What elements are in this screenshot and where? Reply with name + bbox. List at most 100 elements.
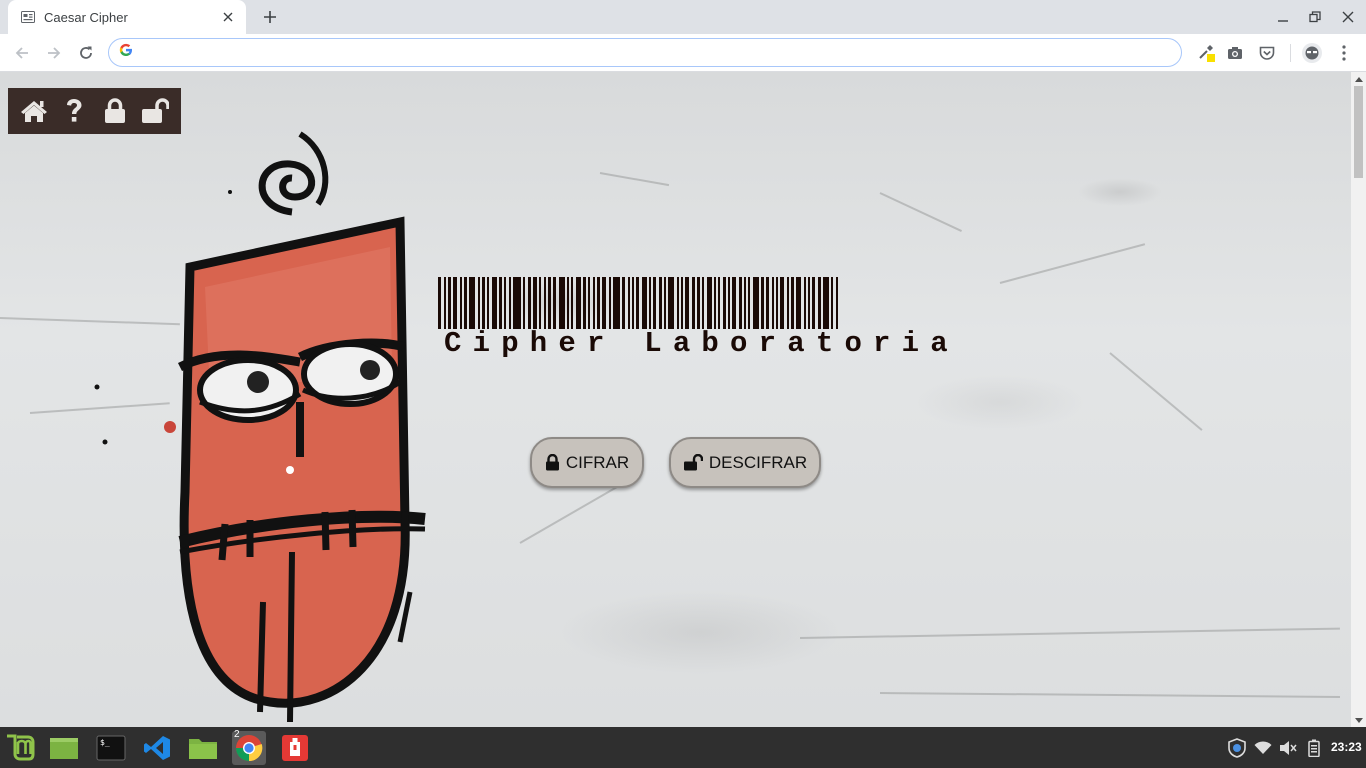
barcode-bar [791,277,794,329]
battery-icon[interactable] [1304,738,1324,758]
shield-update-icon[interactable] [1227,738,1247,758]
barcode-bar [492,277,497,329]
barcode-bar [444,277,446,329]
profile-avatar-icon[interactable] [1298,39,1326,67]
help-icon[interactable] [58,95,90,127]
barcode-bar [728,277,730,329]
barcode-bar [804,277,806,329]
terminal-icon[interactable]: $_ [94,731,128,765]
barcode-bar [744,277,746,329]
barcode-bar [469,277,475,329]
wifi-icon[interactable] [1253,738,1273,758]
browser-tab[interactable]: Caesar Cipher [8,0,246,34]
barcode-bar [812,277,815,329]
eyedropper-extension-icon[interactable] [1192,39,1220,67]
barcode-bar [628,277,630,329]
barcode-bar [723,277,726,329]
barcode-bar [707,277,712,329]
barcode-bar [528,277,531,329]
barcode-bar [636,277,639,329]
barcode-bar [718,277,720,329]
vscode-icon[interactable] [140,731,174,765]
barcode-bar [808,277,810,329]
restore-window-icon[interactable] [1298,0,1332,34]
window-count-badge: 2 [234,729,240,740]
barcode-bar [823,277,829,329]
barcode-bar [593,277,595,329]
barcode-bar [539,277,541,329]
barcode-bar [523,277,525,329]
barcode-bar [548,277,551,329]
barcode-bar [509,277,511,329]
barcode-bar [567,277,569,329]
barcode-bar [818,277,821,329]
minimize-window-icon[interactable] [1266,0,1300,34]
page-scrollbar[interactable] [1351,72,1366,727]
camera-extension-icon[interactable] [1221,39,1249,67]
chrome-icon[interactable]: 2 [232,729,266,765]
cipher-logo: Cipher Laboratoria [436,277,948,367]
barcode-bar [739,277,742,329]
barcode-bar [748,277,750,329]
decrypt-button[interactable]: DESCIFRAR [669,437,821,488]
unlock-icon [683,454,703,471]
volume-muted-icon[interactable] [1278,738,1298,758]
barcode-bar [553,277,556,329]
unlock-icon[interactable] [139,95,171,127]
address-input[interactable] [141,44,1181,61]
barcode-bar [732,277,736,329]
barcode-bar [761,277,764,329]
clock[interactable]: 23:23 [1331,740,1362,754]
scroll-up-icon[interactable] [1351,72,1366,86]
scroll-thumb[interactable] [1354,86,1363,178]
back-icon[interactable] [8,39,36,67]
browser-menu-icon[interactable] [1330,39,1358,67]
barcode-bar [438,277,441,329]
encrypt-button-label: CIFRAR [565,452,630,472]
forward-icon[interactable] [40,39,68,67]
svg-text:$_: $_ [100,738,110,747]
barcode-bar [478,277,480,329]
barcode-bar [649,277,651,329]
anydesk-icon[interactable] [278,731,312,765]
mint-menu-icon[interactable] [3,731,37,765]
barcode-bar [753,277,759,329]
barcode-bar [448,277,451,329]
barcode-bar [766,277,769,329]
barcode-bar [681,277,683,329]
tab-strip: Caesar Cipher [0,0,1366,34]
barcode-bar [559,277,565,329]
lock-icon[interactable] [99,95,131,127]
encrypt-button[interactable]: CIFRAR [530,437,644,488]
close-window-icon[interactable] [1331,0,1365,34]
barcode-bar [659,277,662,329]
show-desktop-icon[interactable] [47,731,81,765]
pocket-extension-icon[interactable] [1253,39,1281,67]
decrypt-button-label: DESCIFRAR [708,452,808,472]
barcode-bar [602,277,606,329]
address-bar[interactable] [108,38,1182,67]
barcode-bar [653,277,656,329]
barcode-bar [787,277,789,329]
reload-icon[interactable] [72,39,100,67]
new-tab-button[interactable] [258,5,282,29]
tab-title: Caesar Cipher [44,9,128,25]
barcode-bar [622,277,625,329]
barcode-bar [613,277,620,329]
tab-close-icon[interactable] [220,9,236,25]
scroll-down-icon[interactable] [1351,713,1366,727]
barcode-bar [487,277,489,329]
barcode-bar [772,277,774,329]
site-nav [8,88,181,134]
barcode-bar [796,277,801,329]
barcode-bar [714,277,716,329]
barcode-bar [453,277,457,329]
os-taskbar: $_ 2 23:23 [0,727,1366,768]
barcode-bar [533,277,537,329]
barcode-bar [776,277,778,329]
barcode-bar [664,277,666,329]
files-icon[interactable] [186,731,220,765]
barcode-bar [685,277,689,329]
barcode-bar [668,277,674,329]
home-icon[interactable] [18,95,50,127]
